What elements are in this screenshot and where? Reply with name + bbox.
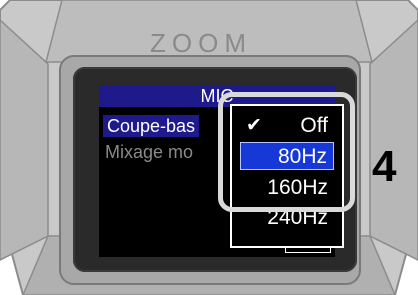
menu-item-mixage[interactable]: Mixage mo <box>105 141 193 163</box>
zoom-logo: ZOOM <box>150 28 252 58</box>
step-number-badge: 4 <box>372 142 397 191</box>
callout-highlight-frame <box>218 92 355 212</box>
device-illustration: ZOOM MIC Coupe-bas Mixage mo BACK ✔ Off … <box>0 0 418 295</box>
menu-item-coupe-bas[interactable]: Coupe-bas <box>103 115 200 137</box>
